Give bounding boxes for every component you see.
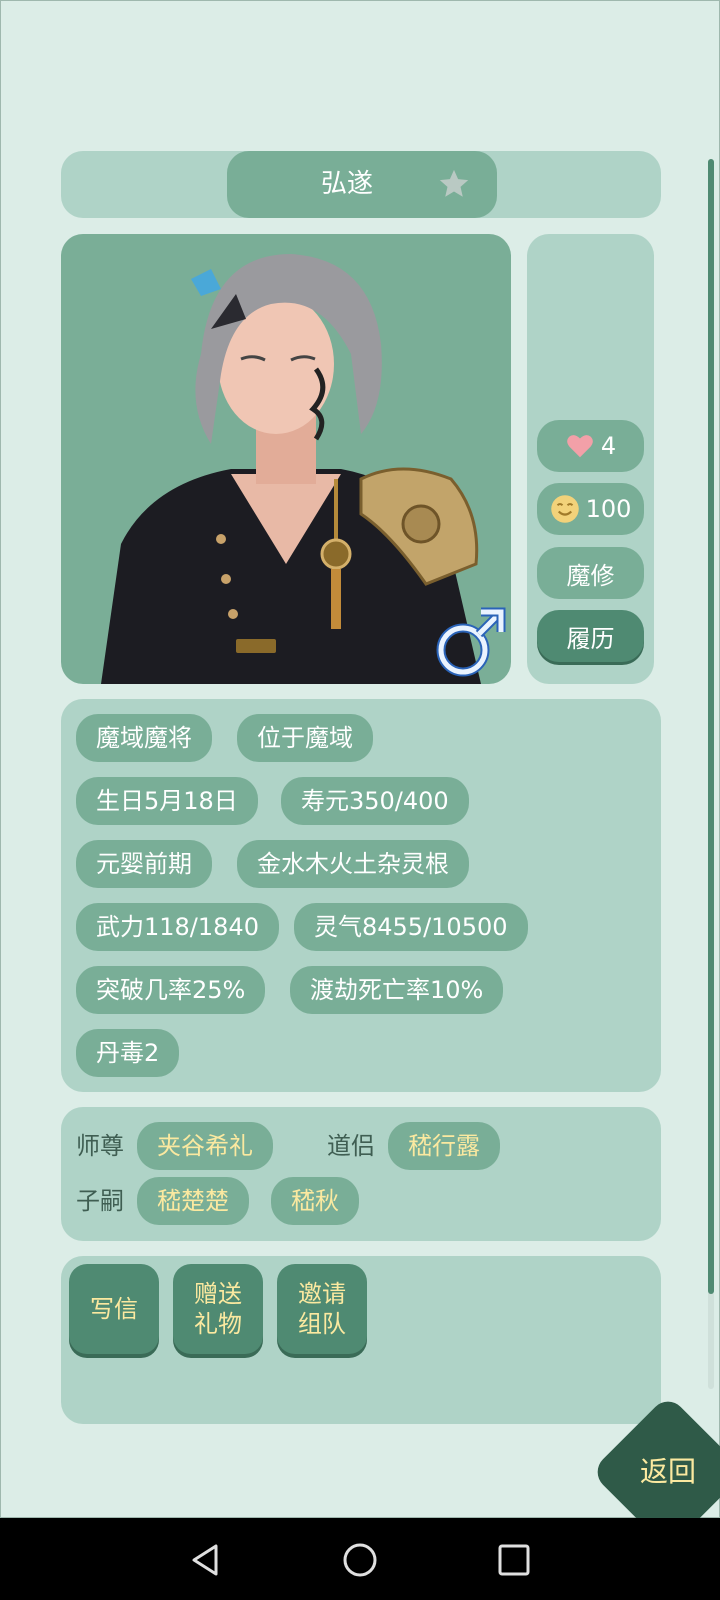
star-icon[interactable] bbox=[437, 167, 471, 201]
character-detail-screen: 弘遂 4 100 魔修 履历 魔域魔将 位于魔域 生日5月18日 寿元350/4… bbox=[0, 0, 720, 1518]
home-nav-icon[interactable] bbox=[340, 1540, 380, 1580]
partner-label: 道侣 bbox=[327, 1132, 375, 1160]
smile-icon bbox=[550, 495, 579, 523]
heart-icon bbox=[567, 435, 593, 458]
stat-tag: 丹毒2 bbox=[76, 1029, 180, 1077]
partner-name[interactable]: 嵇行露 bbox=[388, 1122, 500, 1170]
stat-tag: 魔域魔将 bbox=[76, 714, 212, 762]
invite-team-button[interactable]: 邀请 组队 bbox=[277, 1264, 367, 1354]
write-letter-button[interactable]: 写信 bbox=[69, 1264, 159, 1354]
character-portrait bbox=[61, 234, 511, 684]
name-plate: 弘遂 bbox=[227, 151, 497, 218]
stat-tag: 渡劫死亡率10% bbox=[290, 966, 504, 1014]
stat-tag: 寿元350/400 bbox=[281, 777, 469, 825]
stat-tag: 位于魔域 bbox=[237, 714, 373, 762]
recents-nav-icon[interactable] bbox=[494, 1540, 534, 1580]
children-label: 子嗣 bbox=[76, 1187, 124, 1215]
system-navigation-bar bbox=[0, 1518, 720, 1600]
stat-tag: 生日5月18日 bbox=[76, 777, 258, 825]
stat-tag: 金水木火土杂灵根 bbox=[237, 840, 469, 888]
send-gift-button[interactable]: 赠送 礼物 bbox=[173, 1264, 263, 1354]
school-badge: 魔修 bbox=[537, 547, 644, 599]
invite-team-label: 邀请 组队 bbox=[298, 1280, 346, 1338]
stats-panel: 魔域魔将 位于魔域 生日5月18日 寿元350/400 元婴前期 金水木火土杂灵… bbox=[61, 699, 661, 1092]
favor-value: 4 bbox=[600, 432, 617, 460]
back-nav-icon[interactable] bbox=[186, 1540, 226, 1580]
relations-panel: 师尊 夹谷希礼 道侣 嵇行露 子嗣 嵇楚楚 嵇秋 bbox=[61, 1107, 661, 1241]
write-letter-label: 写信 bbox=[90, 1295, 138, 1323]
history-button[interactable]: 履历 bbox=[537, 610, 644, 662]
stat-tag: 武力118/1840 bbox=[76, 903, 279, 951]
scrollbar[interactable] bbox=[708, 159, 714, 1389]
master-name[interactable]: 夹谷希礼 bbox=[137, 1122, 273, 1170]
master-label: 师尊 bbox=[76, 1132, 124, 1160]
stat-tag: 元婴前期 bbox=[76, 840, 212, 888]
child-name[interactable]: 嵇楚楚 bbox=[137, 1177, 249, 1225]
history-button-label: 履历 bbox=[566, 624, 615, 653]
scrollbar-thumb[interactable] bbox=[708, 159, 714, 1294]
stat-tag: 突破几率25% bbox=[76, 966, 266, 1014]
send-gift-label: 赠送 礼物 bbox=[194, 1280, 242, 1338]
mood-value: 100 bbox=[585, 495, 632, 523]
mood-indicator: 100 bbox=[537, 483, 644, 535]
male-icon bbox=[436, 607, 506, 677]
favor-indicator: 4 bbox=[537, 420, 644, 472]
stat-tag: 灵气8455/10500 bbox=[294, 903, 528, 951]
status-side-panel: 4 100 魔修 履历 bbox=[527, 234, 654, 684]
child-name[interactable]: 嵇秋 bbox=[271, 1177, 359, 1225]
title-bar: 弘遂 bbox=[61, 151, 661, 218]
actions-panel: 写信 赠送 礼物 邀请 组队 bbox=[61, 1256, 661, 1424]
school-label: 魔修 bbox=[566, 561, 615, 590]
